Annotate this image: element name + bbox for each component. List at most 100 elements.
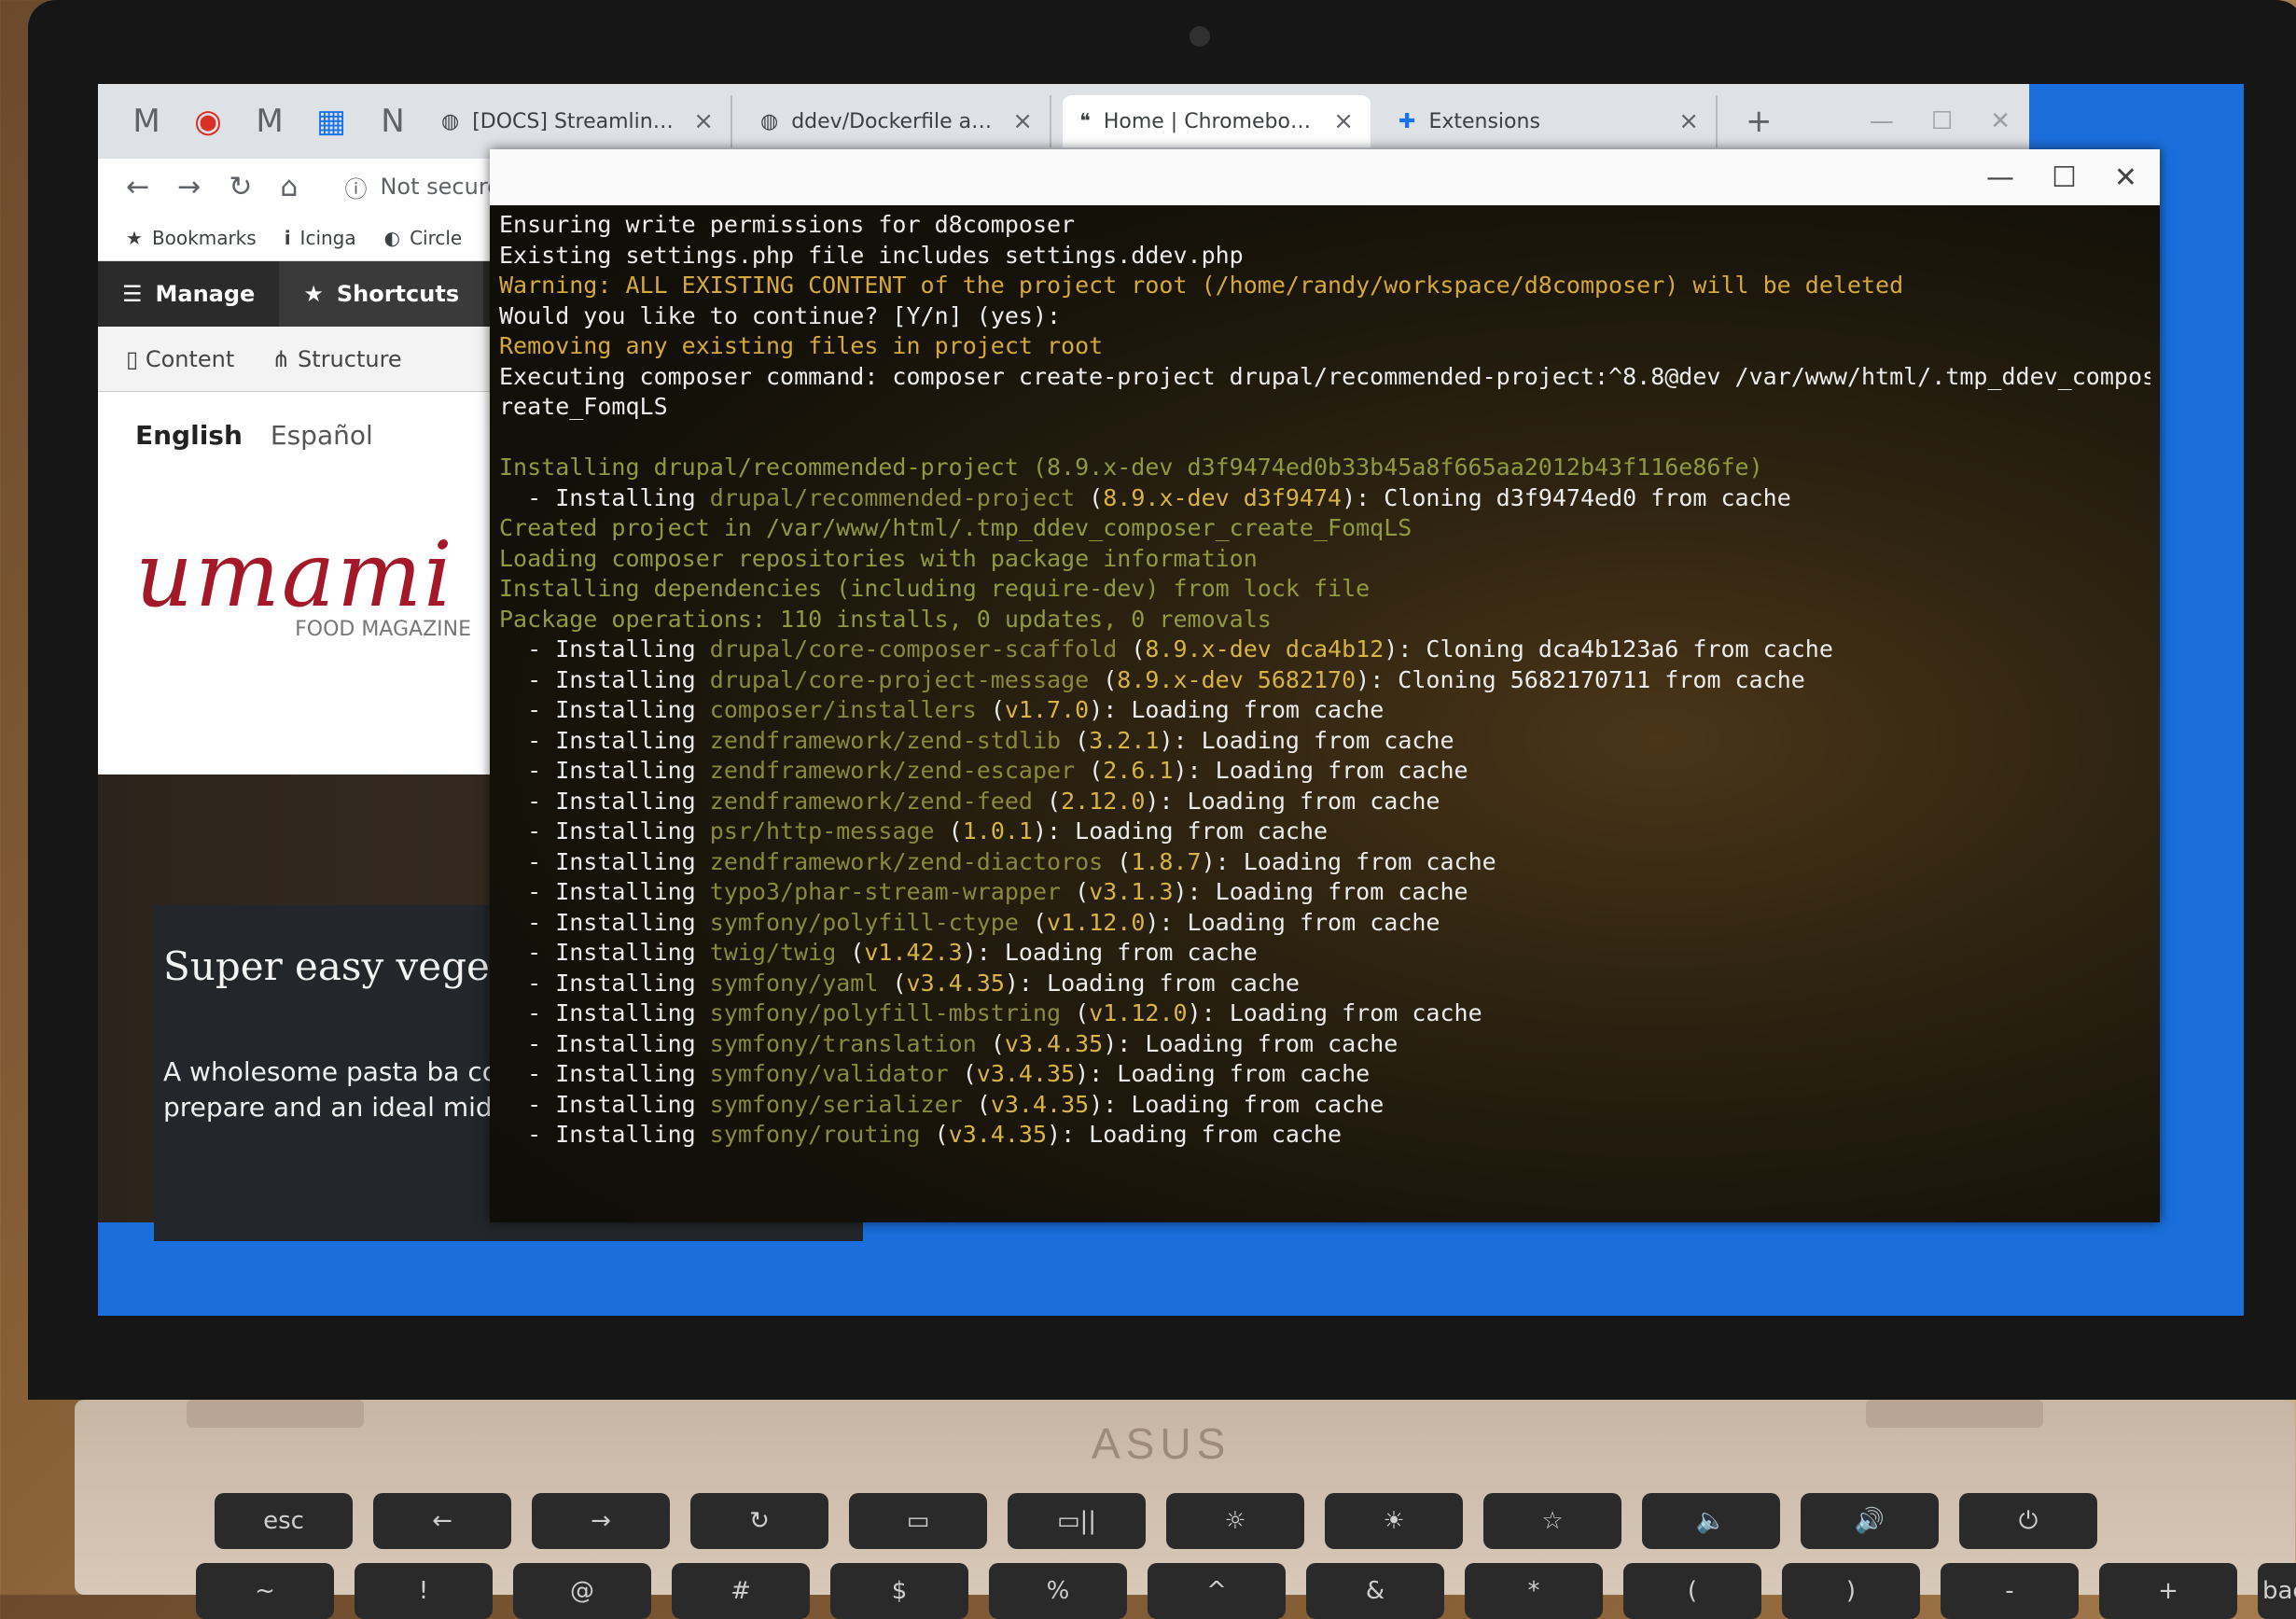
terminal-line: Loading composer repositories with packa…	[499, 544, 2150, 575]
keyboard-key: ☀	[1325, 1493, 1463, 1549]
bookmark-item-bookmarks[interactable]: ★ Bookmarks	[126, 227, 257, 249]
umami-logo[interactable]: umami FOOD MAGAZINE	[135, 523, 490, 641]
terminal-text: (	[836, 939, 865, 966]
language-espanol[interactable]: Español	[271, 420, 373, 451]
terminal-text: - Installing	[499, 757, 710, 784]
structure-link[interactable]: ⋔ Structure	[271, 346, 401, 372]
terminal-window[interactable]: — ☐ ✕ Ensuring write permissions for d8c…	[490, 149, 2160, 1222]
new-tab-button[interactable]: +	[1746, 103, 1773, 140]
maximize-icon[interactable]: ☐	[2052, 161, 2077, 194]
terminal-text: (	[1061, 999, 1090, 1026]
tab-extensions[interactable]: ✚ Extensions ×	[1382, 95, 1718, 147]
terminal-text: v1.12.0	[1047, 908, 1146, 936]
terminal-text: (	[1032, 787, 1062, 815]
terminal-line: Installing dependencies (including requi…	[499, 574, 2150, 605]
hamburger-icon: ☰	[122, 281, 143, 307]
drupal-admin-toolbar: ☰ Manage ★ Shortcuts	[98, 261, 508, 327]
notion-icon[interactable]: N	[372, 101, 413, 142]
terminal-text: - Installing	[499, 908, 710, 936]
terminal-line: Removing any existing files in project r…	[499, 331, 2150, 362]
close-icon[interactable]: ✕	[1990, 107, 2011, 135]
omnibox[interactable]: ⓘ Not secure	[344, 171, 500, 203]
terminal-text: v3.4.35	[1004, 1029, 1104, 1057]
minimize-icon[interactable]: —	[1986, 161, 2014, 194]
tab-home-chromebook[interactable]: ❝ Home | Chromebook d8 dr ×	[1063, 95, 1371, 147]
puzzle-icon: ✚	[1398, 109, 1416, 133]
terminal-line: - Installing symfony/translation (v3.4.3…	[499, 1029, 2150, 1060]
terminal-text: drupal/core-composer-scaffold	[709, 635, 1118, 663]
tab-docs-streamline[interactable]: ◍ [DOCS] Streamline markdo ×	[424, 95, 732, 147]
terminal-text: Warning: ALL EXISTING CONTENT of the pro…	[499, 272, 1904, 299]
terminal-line: - Installing drupal/recommended-project …	[499, 483, 2150, 514]
number-key-row: ~! @ # $% ^&* ()-+ backspace	[196, 1563, 2296, 1619]
info-icon[interactable]: ⓘ	[344, 171, 367, 203]
close-icon[interactable]: ✕	[2114, 161, 2137, 194]
record-icon[interactable]: ◉	[188, 101, 229, 142]
terminal-text: v3.4.35	[948, 1121, 1048, 1148]
home-icon[interactable]: ⌂	[280, 171, 298, 203]
terminal-output[interactable]: Ensuring write permissions for d8compose…	[499, 210, 2150, 1222]
terminal-line: - Installing symfony/routing (v3.4.35): …	[499, 1120, 2150, 1151]
logo-wordmark: umami	[135, 523, 454, 627]
terminal-line: - Installing composer/installers (v1.7.0…	[499, 695, 2150, 726]
terminal-line: Executing composer command: composer cre…	[499, 362, 2150, 393]
bookmark-item-icinga[interactable]: i Icinga	[285, 227, 356, 249]
keyboard-key: 🔈	[1642, 1493, 1780, 1549]
terminal-text: (	[1117, 635, 1146, 663]
browser-window-controls: — ☐ ✕	[1870, 107, 2011, 135]
gmail-icon[interactable]: M	[249, 101, 290, 142]
minimize-icon[interactable]: —	[1870, 107, 1894, 135]
content-link[interactable]: ▯ Content	[126, 346, 234, 372]
terminal-line: Installing drupal/recommended-project (8…	[499, 453, 2150, 483]
close-icon[interactable]: ×	[1012, 107, 1033, 135]
terminal-text: Executing composer command: composer cre…	[499, 362, 2150, 390]
terminal-text: ): Loading from cache	[1201, 847, 1496, 875]
keyboard-key: esc	[215, 1493, 353, 1549]
terminal-text: Installing dependencies (including requi…	[499, 575, 1371, 602]
terminal-text: ): Loading from cache	[1173, 757, 1468, 784]
terminal-text: symfony/yaml	[709, 969, 879, 997]
terminal-text: (	[1075, 757, 1104, 784]
terminal-line: reate_FomqLS	[499, 392, 2150, 423]
close-icon[interactable]: ×	[693, 107, 714, 135]
shortcuts-button[interactable]: ★ Shortcuts	[279, 261, 484, 327]
terminal-text: ): Loading from cache	[1159, 726, 1454, 754]
keyboard-key: &	[1306, 1563, 1444, 1619]
close-icon[interactable]: ×	[1333, 107, 1354, 135]
terminal-text: ): Loading from cache	[1032, 817, 1329, 844]
keyboard-key: ☼	[1166, 1493, 1304, 1549]
bookmark-label: Circle	[410, 226, 463, 249]
terminal-text: - Installing	[499, 696, 710, 723]
terminal-text: (	[1075, 483, 1104, 511]
terminal-line: Package operations: 110 installs, 0 upda…	[499, 605, 2150, 635]
terminal-text: - Installing	[499, 999, 710, 1026]
terminal-text: (	[962, 1090, 991, 1118]
terminal-text: - Installing	[499, 787, 710, 815]
bookmark-item-circle[interactable]: ◐ Circle	[384, 227, 463, 249]
terminal-text: ): Loading from cache	[1089, 1090, 1385, 1118]
terminal-text: ): Loading from cache	[1004, 969, 1300, 997]
manage-button[interactable]: ☰ Manage	[98, 281, 279, 307]
maximize-icon[interactable]: ☐	[1931, 107, 1953, 135]
terminal-text: Existing settings.php file includes sett…	[499, 241, 1244, 269]
tab-title: ddev/Dockerfile at master	[791, 109, 999, 133]
back-icon[interactable]: ←	[126, 171, 149, 203]
terminal-text: (	[976, 1029, 1005, 1057]
tab-ddev-dockerfile[interactable]: ◍ ddev/Dockerfile at master ×	[744, 95, 1051, 147]
terminal-text: zendframework/zend-stdlib	[709, 726, 1062, 754]
reload-icon[interactable]: ↻	[229, 171, 252, 203]
terminal-line: - Installing symfony/validator (v3.4.35)…	[499, 1059, 2150, 1090]
close-icon[interactable]: ×	[1678, 107, 1699, 135]
star-icon: ★	[126, 226, 143, 249]
terminal-line: - Installing drupal/core-composer-scaffo…	[499, 635, 2150, 665]
terminal-line: - Installing symfony/polyfill-mbstring (…	[499, 998, 2150, 1029]
terminal-text: v1.7.0	[1004, 696, 1090, 723]
forward-icon[interactable]: →	[177, 171, 201, 203]
terminal-line: - Installing symfony/serializer (v3.4.35…	[499, 1090, 2150, 1121]
calendar-icon[interactable]: ▦	[311, 101, 352, 142]
terminal-text: ): Loading from cache	[1173, 878, 1468, 905]
terminal-text: - Installing	[499, 1060, 710, 1087]
gmail-icon[interactable]: M	[126, 101, 167, 142]
terminal-text: v3.4.35	[990, 1090, 1090, 1118]
language-english[interactable]: English	[135, 420, 243, 451]
